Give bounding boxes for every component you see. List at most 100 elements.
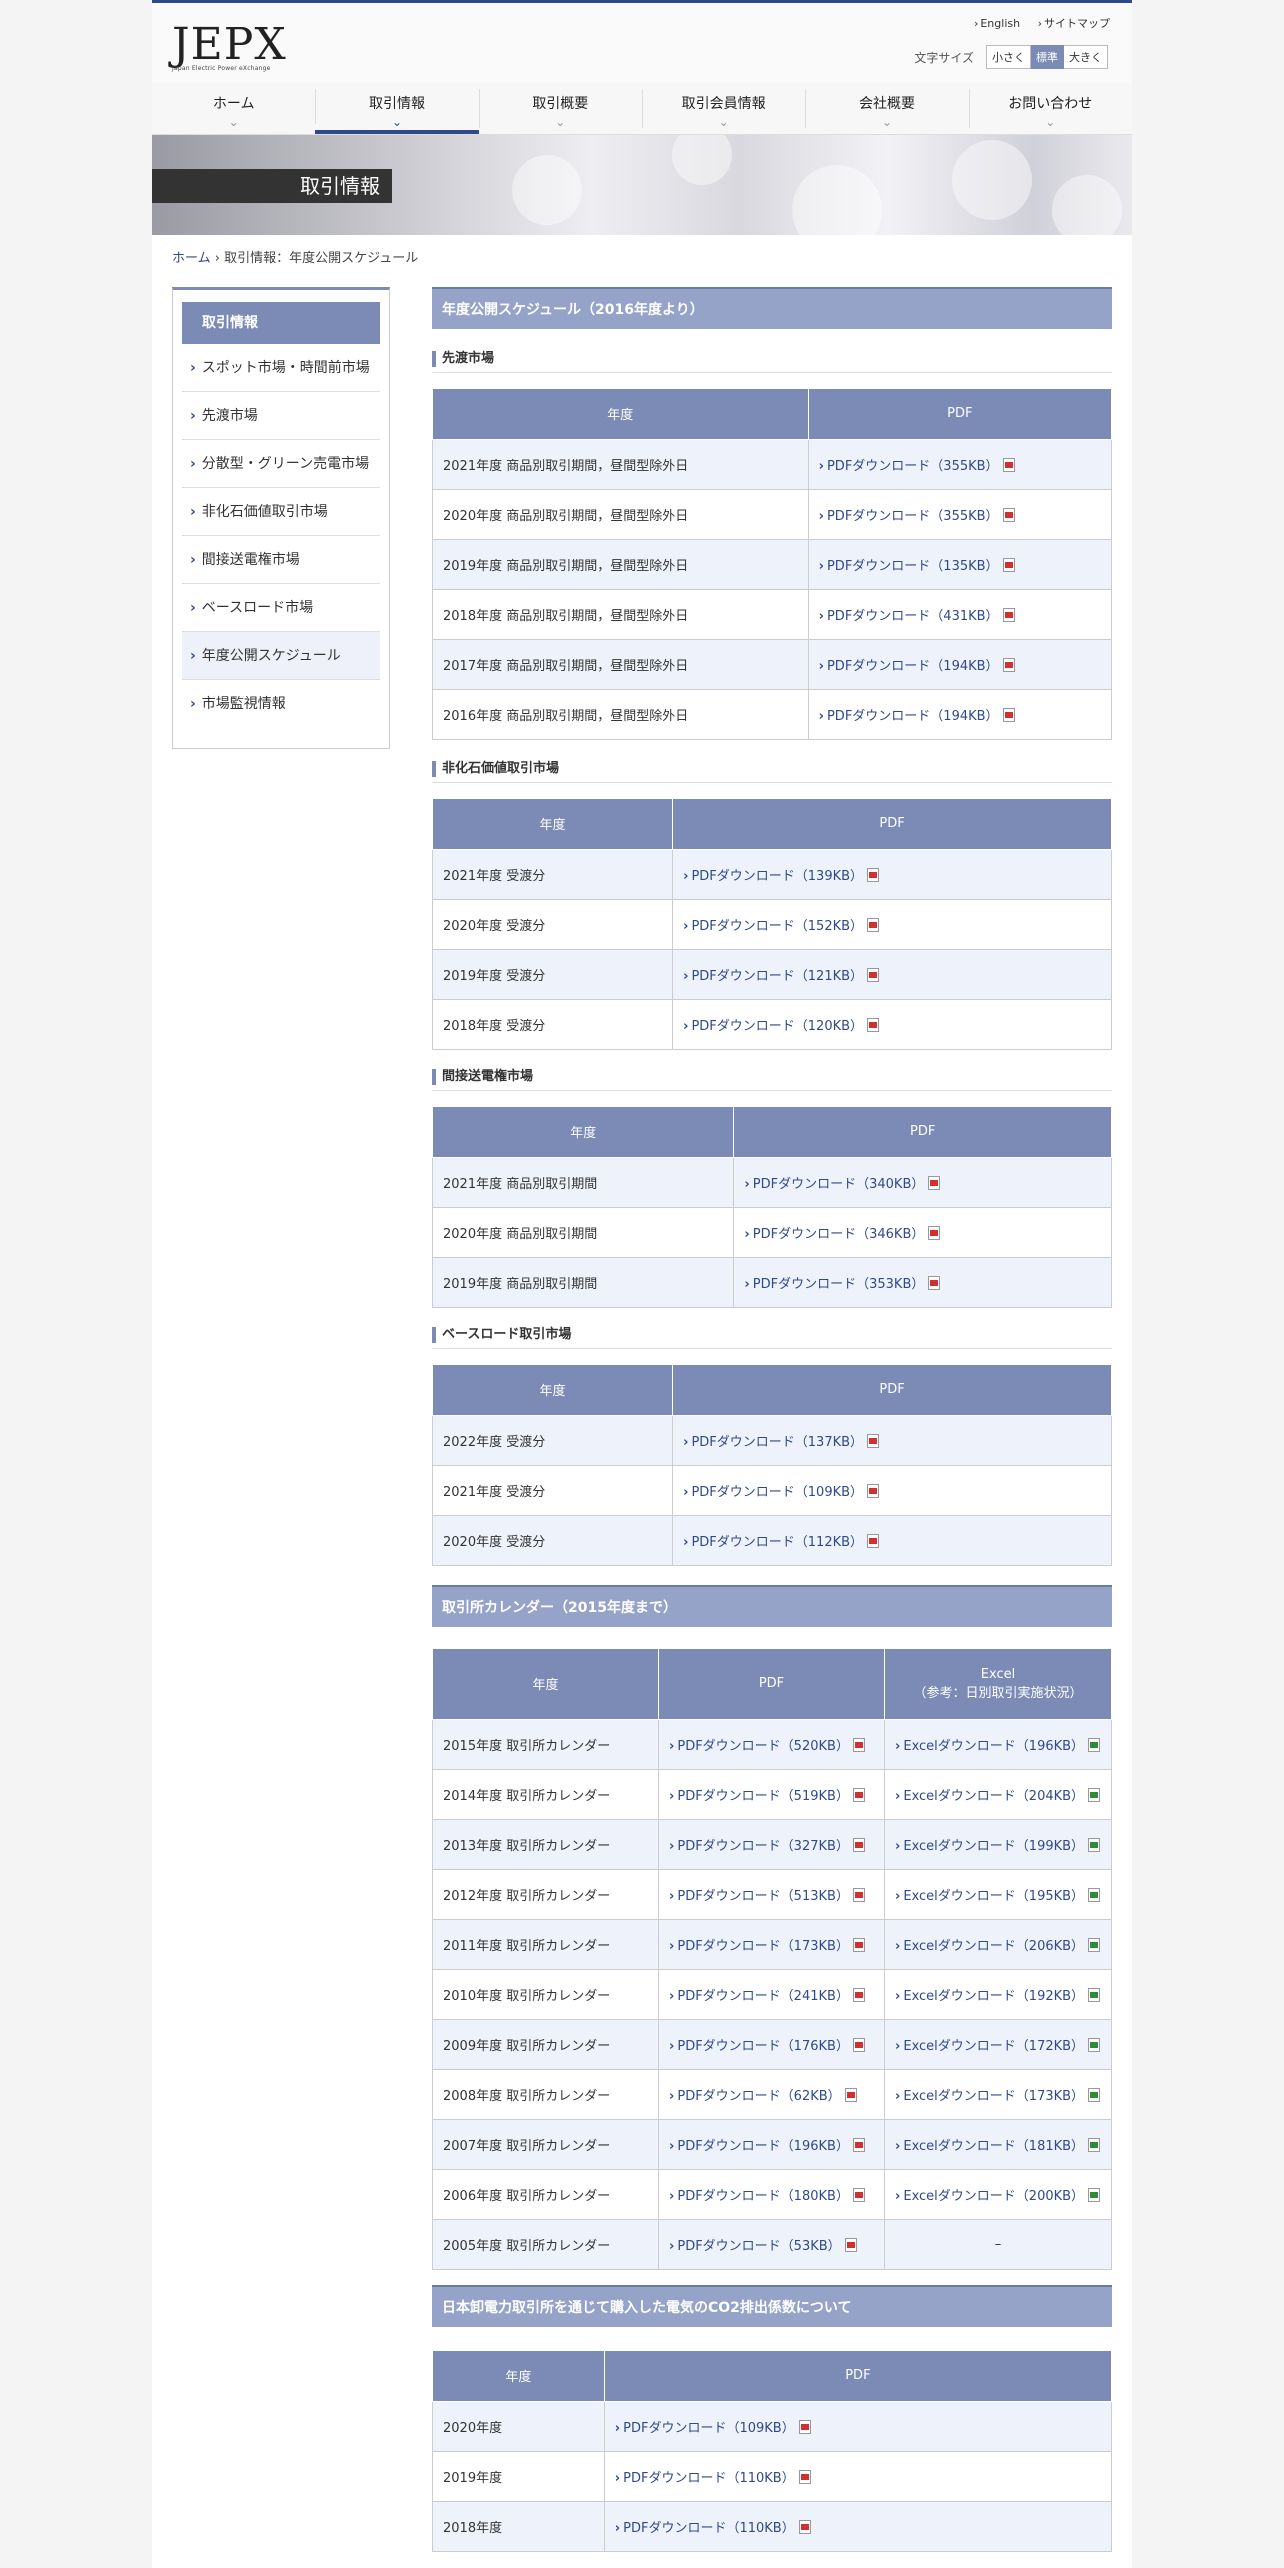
english-link[interactable]: English [974,17,1020,30]
pdf-download-link[interactable]: PDFダウンロード（194KB） [807,688,1113,740]
breadcrumb-home[interactable]: ホーム [172,251,211,266]
excel-download-link[interactable]: Excelダウンロード（200KB） [884,2168,1112,2220]
chevron-down-icon: ⌄ [1045,115,1056,129]
pdf-download-link[interactable]: PDFダウンロード（513KB） [658,1868,885,1920]
link-label: PDFダウンロード（353KB） [752,1276,925,1292]
pdf-download-link[interactable]: PDFダウンロード（62KB） [658,2068,885,2120]
section-title: 取引所カレンダー（2015年度まで） [432,1585,1112,1627]
pdf-icon [852,1987,865,2002]
col-header: PDF [603,2351,1113,2402]
excel-download-link[interactable]: Excelダウンロード（196KB） [884,1718,1112,1770]
pdf-download-link[interactable]: PDFダウンロード（355KB） [807,438,1113,490]
pdf-icon [867,1533,880,1548]
pdf-download-link[interactable]: PDFダウンロード（109KB） [603,2400,1113,2452]
pdf-download-link[interactable]: PDFダウンロード（355KB） [807,488,1113,540]
table-header-row: 年度 PDF [432,389,1113,440]
pdf-download-link[interactable]: PDFダウンロード（139KB） [672,848,1112,900]
pdf-download-link[interactable]: PDFダウンロード（110KB） [603,2500,1113,2552]
pdf-download-link[interactable]: PDFダウンロード（431KB） [807,588,1113,640]
excel-download-link[interactable]: Excelダウンロード（192KB） [884,1968,1112,2020]
sidebar-item-forward[interactable]: 先渡市場 [182,392,380,440]
section-title: 日本卸電力取引所を通じて購入した電気のCO2排出係数について [432,2285,1112,2327]
sidebar-title[interactable]: 取引情報 [182,302,380,344]
pdf-download-link[interactable]: PDFダウンロード（110KB） [603,2450,1113,2502]
sidebar-item-schedule[interactable]: 年度公開スケジュール [182,632,380,680]
font-standard-button[interactable]: 標準 [1031,45,1064,69]
font-large-button[interactable]: 大きく [1064,45,1108,69]
pdf-icon [1002,507,1015,522]
nav-trading-info[interactable]: 取引情報 ⌄ [315,83,479,134]
subsection-title: 非化石価値取引市場 [432,761,1112,783]
co2-table: 年度PDF 2020年度 PDFダウンロード（109KB） 2019年度 PDFダウ… [432,2351,1113,2552]
pdf-download-link[interactable]: PDFダウンロード（120KB） [672,998,1112,1050]
col-header-label: Excel [980,1666,1016,1682]
pdf-download-link[interactable]: PDFダウンロード（176KB） [658,2018,885,2070]
sidebar-item-distributed[interactable]: 分散型・グリーン売電市場 [182,440,380,488]
sidebar-item-nonfossil[interactable]: 非化石価値取引市場 [182,488,380,536]
year-cell: 2014年度 取引所カレンダー [432,1768,659,1820]
chevron-down-icon: ⌄ [718,115,729,129]
logo-text: JEPX [172,19,287,70]
table-row: 2021年度 商品別取引期間 PDFダウンロード（340KB） [431,1156,1112,1208]
nav-label: 会社概要 [858,96,915,112]
bokeh-decoration [1052,175,1122,235]
link-label: PDFダウンロード（340KB） [752,1176,925,1192]
link-label: Excelダウンロード（192KB） [903,1988,1085,2004]
pdf-download-link[interactable]: PDFダウンロード（137KB） [672,1414,1112,1466]
pdf-icon [1002,657,1015,672]
jepx-logo[interactable]: JEPX Japan Electric Power eXchange [172,19,287,73]
excel-download-link[interactable]: Excelダウンロード（199KB） [884,1818,1112,1870]
pdf-download-link[interactable]: PDFダウンロード（340KB） [733,1156,1112,1208]
excel-icon [1088,1937,1101,1952]
pdf-download-link[interactable]: PDFダウンロード（520KB） [658,1718,885,1770]
pdf-download-link[interactable]: PDFダウンロード（241KB） [658,1968,885,2020]
sidebar-item-ftr[interactable]: 間接送電権市場 [182,536,380,584]
table-header-row: 年度 PDF [431,1107,1112,1158]
table-row: 2022年度 受渡分 PDFダウンロード（137KB） [431,1414,1112,1466]
font-small-button[interactable]: 小さく [986,45,1031,69]
excel-download-link[interactable]: Excelダウンロード（206KB） [884,1918,1112,1970]
link-label: PDFダウンロード（176KB） [677,2038,849,2054]
nav-trading-overview[interactable]: 取引概要 ⌄ [478,83,642,134]
global-nav: ホーム ⌄ 取引情報 ⌄ 取引概要 ⌄ 取引会員情報 ⌄ 会社概要 ⌄ お問い合わせ ⌄ [152,83,1132,135]
col-header: PDF [672,1365,1112,1416]
sidebar-item-monitoring[interactable]: 市場監視情報 [182,680,380,728]
excel-download-link[interactable]: Excelダウンロード（195KB） [884,1868,1112,1920]
pdf-download-link[interactable]: PDFダウンロード（194KB） [807,638,1113,690]
nav-contact[interactable]: お問い合わせ ⌄ [968,83,1132,134]
year-cell: 2005年度 取引所カレンダー [432,2218,659,2270]
excel-download-link[interactable]: Excelダウンロード（173KB） [884,2068,1112,2120]
excel-download-link[interactable]: Excelダウンロード（172KB） [884,2018,1112,2070]
pdf-download-link[interactable]: PDFダウンロード（53KB） [658,2218,885,2270]
excel-download-link[interactable]: Excelダウンロード（204KB） [884,1768,1112,1820]
pdf-download-link[interactable]: PDFダウンロード（109KB） [672,1464,1112,1516]
pdf-download-link[interactable]: PDFダウンロード（135KB） [807,538,1113,590]
pdf-download-link[interactable]: PDFダウンロード（121KB） [672,948,1112,1000]
sitemap-link[interactable]: サイトマップ [1038,17,1110,30]
link-label: PDFダウンロード（327KB） [677,1838,849,1854]
pdf-download-link[interactable]: PDFダウンロード（112KB） [672,1514,1112,1566]
subsection-title: ベースロード取引市場 [432,1327,1112,1349]
sidebar-item-baseload[interactable]: ベースロード市場 [182,584,380,632]
pdf-download-link[interactable]: PDFダウンロード（327KB） [658,1818,885,1870]
year-cell: 2016年度 商品別取引期間，昼間型除外日 [432,688,809,740]
excel-download-link[interactable]: Excelダウンロード（181KB） [884,2118,1112,2170]
pdf-download-link[interactable]: PDFダウンロード（173KB） [658,1918,885,1970]
pdf-download-link[interactable]: PDFダウンロード（346KB） [733,1206,1112,1258]
pdf-icon [852,1837,865,1852]
year-cell: 2019年度 商品別取引期間，昼間型除外日 [432,538,809,590]
pdf-download-link[interactable]: PDFダウンロード（519KB） [658,1768,885,1820]
bokeh-decoration [672,135,732,185]
nav-company[interactable]: 会社概要 ⌄ [805,83,968,134]
year-cell: 2009年度 取引所カレンダー [432,2018,659,2070]
pdf-icon [867,1017,880,1032]
pdf-download-link[interactable]: PDFダウンロード（196KB） [658,2118,885,2170]
table-header-row: 年度 PDF Excel （参考：日別取引実施状況） [432,1649,1112,1720]
pdf-download-link[interactable]: PDFダウンロード（353KB） [733,1256,1112,1308]
nav-home[interactable]: ホーム ⌄ [152,83,315,134]
nav-members[interactable]: 取引会員情報 ⌄ [641,83,805,134]
pdf-download-link[interactable]: PDFダウンロード（180KB） [658,2168,885,2220]
pdf-download-link[interactable]: PDFダウンロード（152KB） [672,898,1112,950]
link-label: PDFダウンロード（62KB） [677,2088,841,2104]
sidebar-item-spot[interactable]: スポット市場・時間前市場 [182,344,380,392]
